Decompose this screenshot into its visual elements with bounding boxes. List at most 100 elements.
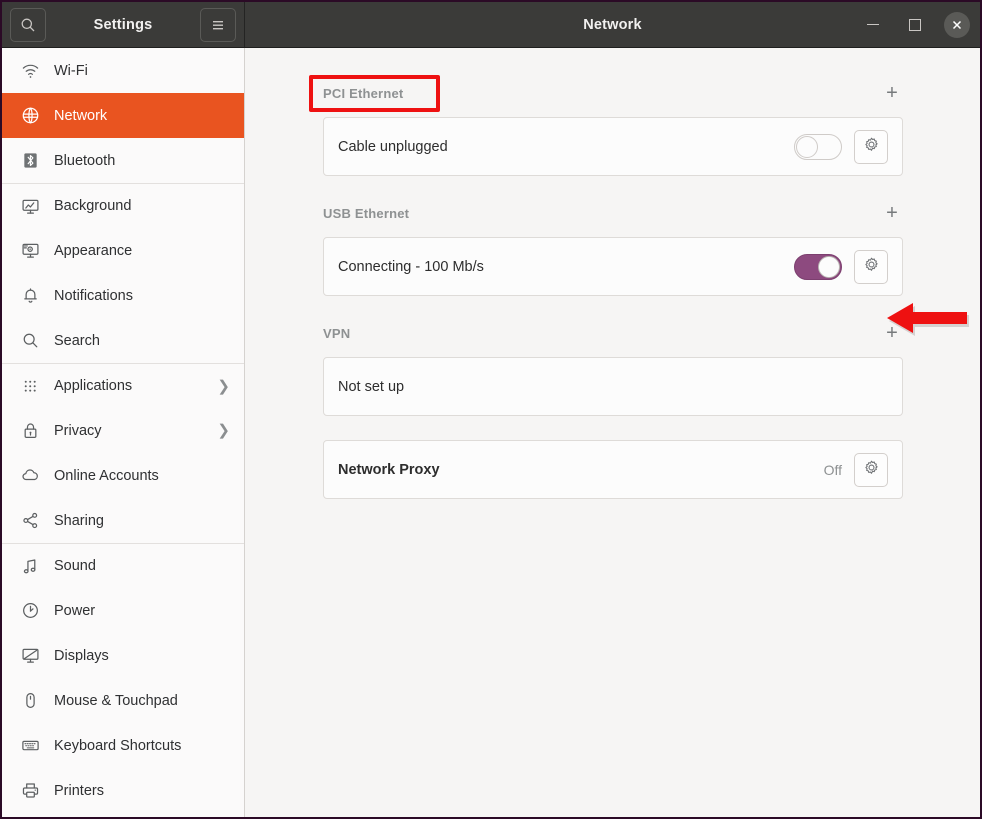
usb-ethernet-gear-button[interactable] [854,250,888,284]
close-button[interactable] [944,12,970,38]
sidebar-headerbar: Settings [2,2,245,47]
titlebar: Settings Network [2,2,980,48]
network-panel: PCI Ethernet + Cable unplugged USB Ethernet… [245,48,980,817]
add-connection-button[interactable]: + [881,322,903,344]
sidebar-item-power[interactable]: Power [2,588,244,633]
gear-icon [863,459,880,481]
section-header: USB Ethernet + [323,200,903,226]
sidebar-item-printers[interactable]: Printers [2,768,244,813]
connection-row[interactable]: Connecting - 100 Mb/s [324,238,902,295]
background-icon [18,195,42,217]
section-pci-ethernet: PCI Ethernet + Cable unplugged [323,80,903,176]
sidebar-item-notifications[interactable]: Notifications [2,273,244,318]
appearance-icon [18,240,42,262]
main-headerbar: Network [245,2,980,47]
sidebar-title: Settings [46,17,200,33]
card: Not set up [323,357,903,416]
sidebar-item-mouse-touchpad[interactable]: Mouse & Touchpad [2,678,244,723]
connection-row[interactable]: Not set up [324,358,902,415]
section-title: VPN [323,326,350,341]
sidebar-item-wi-fi[interactable]: Wi-Fi [2,48,244,93]
sidebar-item-background[interactable]: Background [2,183,244,228]
sidebar-item-label: Sound [54,558,230,574]
sidebar-item-network[interactable]: Network [2,93,244,138]
cloud-icon [18,465,42,487]
section-usb-ethernet: USB Ethernet + Connecting - 100 Mb/s [323,200,903,296]
minimize-button[interactable] [860,12,886,38]
bluetooth-icon [18,150,42,172]
card: Network ProxyOff [323,440,903,499]
close-icon [951,19,963,31]
sidebar-item-label: Printers [54,783,230,799]
chevron-right-icon: ❯ [217,379,230,394]
network-proxy-gear-button[interactable] [854,453,888,487]
sidebar-item-label: Wi-Fi [54,63,230,79]
section-title: USB Ethernet [323,206,409,221]
menu-button[interactable] [200,8,236,42]
minimize-icon [867,24,879,26]
sidebar-item-online-accounts[interactable]: Online Accounts [2,453,244,498]
sidebar-item-label: Sharing [54,513,230,529]
settings-window: Settings Network [0,0,982,819]
sidebar-item-label: Notifications [54,288,230,304]
sidebar-item-label: Background [54,198,230,214]
search-icon [20,17,36,33]
connection-label: Cable unplugged [338,139,794,155]
hamburger-menu-icon [210,18,226,32]
keyboard-icon [18,735,42,757]
sidebar-item-applications[interactable]: Applications❯ [2,363,244,408]
sidebar: Wi-Fi Network Bluetooth Background Appearanc… [2,48,245,817]
globe-icon [18,105,42,127]
display-icon [18,645,42,667]
connection-label: Connecting - 100 Mb/s [338,259,794,275]
mouse-icon [18,690,42,712]
sidebar-item-label: Power [54,603,230,619]
status-text: Off [824,462,842,478]
sidebar-item-sound[interactable]: Sound [2,543,244,588]
card: Connecting - 100 Mb/s [323,237,903,296]
connection-toggle[interactable] [794,134,842,160]
card: Cable unplugged [323,117,903,176]
sidebar-item-keyboard-shortcuts[interactable]: Keyboard Shortcuts [2,723,244,768]
sidebar-item-label: Keyboard Shortcuts [54,738,230,754]
sidebar-item-privacy[interactable]: Privacy❯ [2,408,244,453]
section-title: PCI Ethernet [323,86,403,101]
connection-row[interactable]: Network ProxyOff [324,441,902,498]
pci-ethernet-gear-button[interactable] [854,130,888,164]
toggle-knob [796,136,818,158]
section-vpn: VPN + Not set up [323,320,903,416]
sidebar-item-label: Privacy [54,423,217,439]
sidebar-item-displays[interactable]: Displays [2,633,244,678]
bell-icon [18,285,42,307]
gear-icon [863,136,880,158]
toggle-knob [818,256,840,278]
gear-icon [863,256,880,278]
connection-toggle[interactable] [794,254,842,280]
network-sections: PCI Ethernet + Cable unplugged USB Ethernet… [323,80,903,523]
sidebar-item-label: Online Accounts [54,468,230,484]
add-connection-button[interactable]: + [881,202,903,224]
search-icon [18,330,42,352]
sidebar-item-search[interactable]: Search [2,318,244,363]
connection-label: Network Proxy [338,462,824,478]
section-network-proxy: Network ProxyOff [323,440,903,499]
share-nodes-icon [18,510,42,532]
search-button[interactable] [10,8,46,42]
sidebar-item-sharing[interactable]: Sharing [2,498,244,543]
connection-row[interactable]: Cable unplugged [324,118,902,175]
sidebar-item-bluetooth[interactable]: Bluetooth [2,138,244,183]
sidebar-item-label: Network [54,108,230,124]
sidebar-item-label: Search [54,333,230,349]
apps-grid-icon [18,375,42,397]
sidebar-item-appearance[interactable]: Appearance [2,228,244,273]
sidebar-item-label: Mouse & Touchpad [54,693,230,709]
window-content: Wi-Fi Network Bluetooth Background Appearanc… [2,48,980,817]
printer-icon [18,780,42,802]
window-controls [860,12,970,38]
section-header: VPN + [323,320,903,346]
maximize-button[interactable] [902,12,928,38]
chevron-right-icon: ❯ [217,423,230,438]
add-connection-button[interactable]: + [881,82,903,104]
lock-icon [18,420,42,442]
wifi-icon [18,60,42,82]
